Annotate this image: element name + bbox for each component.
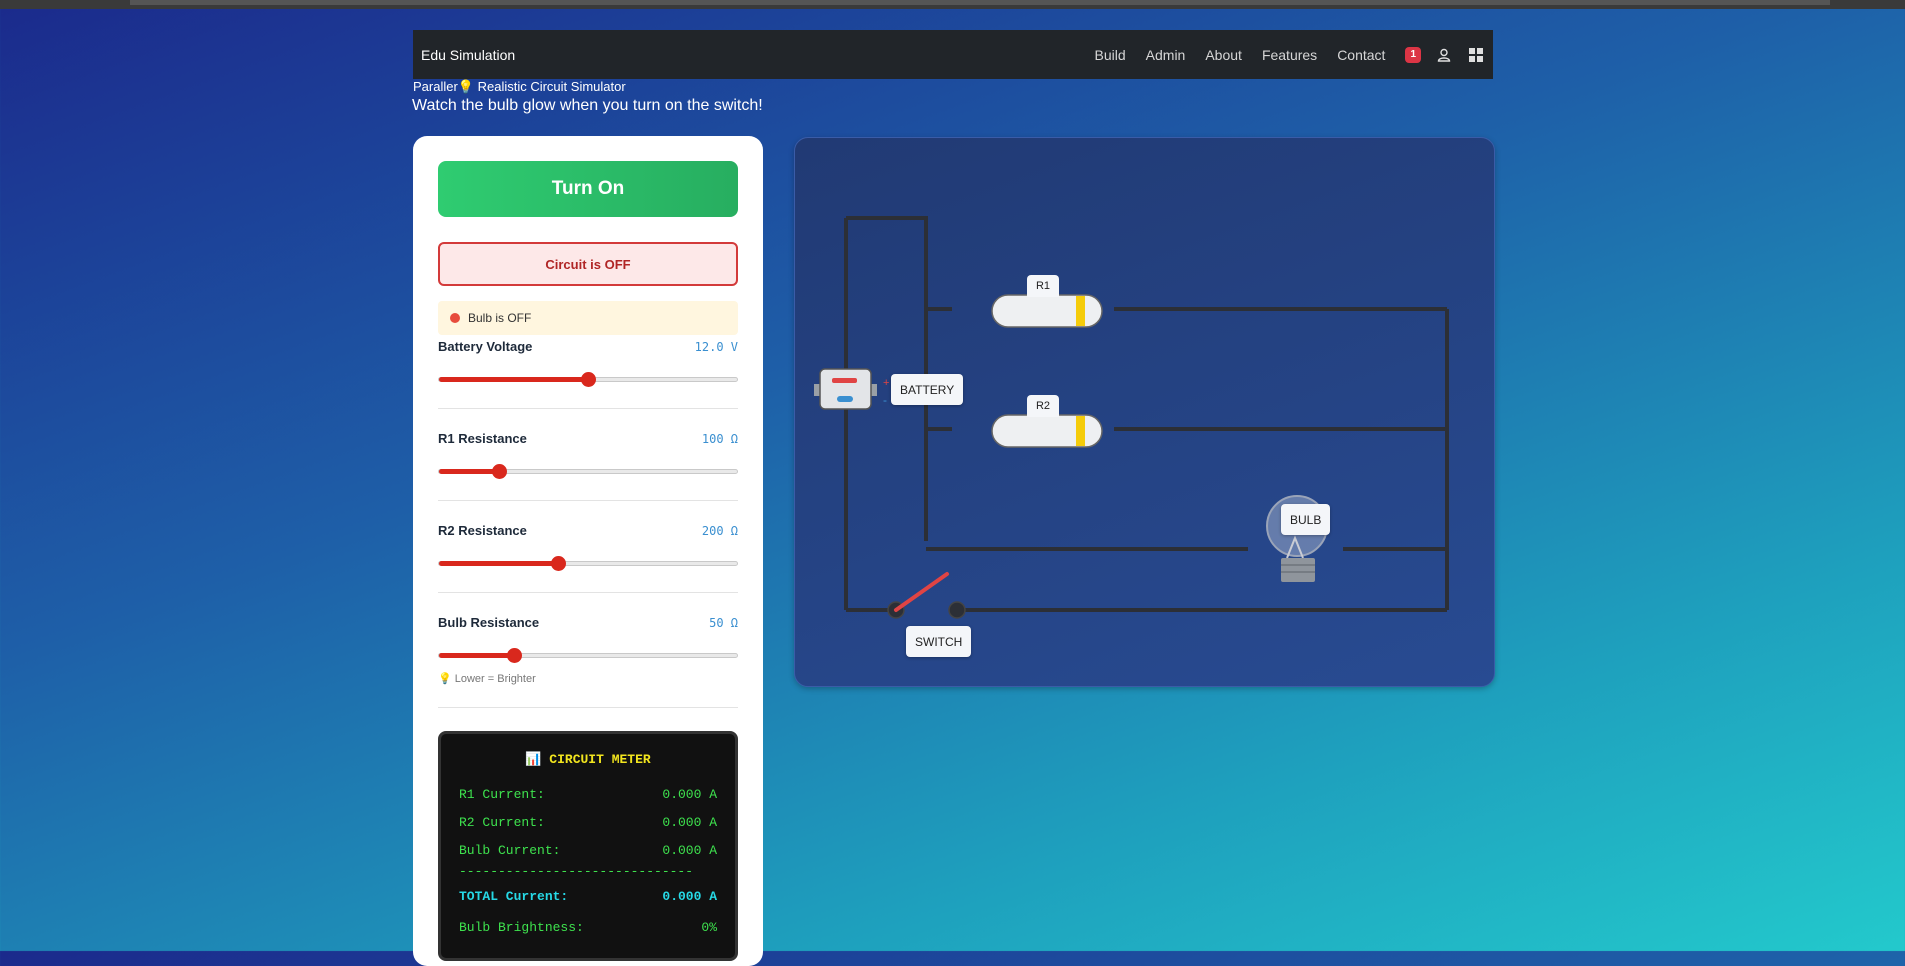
brightness-hint: 💡 Lower = Brighter [438, 673, 536, 685]
turn-on-button[interactable]: Turn On [438, 161, 738, 217]
nav-link-build[interactable]: Build [1095, 47, 1126, 63]
divider [438, 707, 738, 708]
slider-label: Battery Voltage [438, 339, 533, 354]
status-dot-icon [450, 313, 460, 323]
slider-value: 50 Ω [709, 615, 738, 630]
user-icon[interactable] [1435, 46, 1453, 64]
r1-slider[interactable] [438, 464, 738, 479]
r2-label: R2 [1027, 395, 1059, 417]
switch-icon[interactable] [887, 572, 966, 619]
slider-fill [439, 469, 499, 474]
page-title: Paraller💡 Realistic Circuit Simulator [413, 79, 626, 94]
voltage-slider[interactable] [438, 372, 738, 387]
bulb-status-text: Bulb is OFF [468, 311, 532, 325]
battery-minus: - [883, 393, 887, 407]
meter-label: Bulb Current: [459, 843, 561, 858]
divider [438, 592, 738, 593]
page-subtitle: Watch the bulb glow when you turn on the… [412, 97, 763, 114]
bulb-label: BULB [1281, 504, 1331, 535]
divider [438, 500, 738, 501]
browser-top-strip-inner [130, 0, 1830, 5]
notification-badge[interactable]: 1 [1405, 46, 1421, 63]
circuit-status: Circuit is OFF [438, 242, 738, 286]
slider-label: Bulb Resistance [438, 615, 540, 630]
grid-icon[interactable] [1467, 46, 1485, 64]
meter-label: R1 Current: [459, 787, 545, 802]
brand[interactable]: Edu Simulation [421, 47, 515, 63]
slider-thumb[interactable] [551, 556, 567, 571]
browser-top-strip [0, 0, 1905, 9]
battery-plus: + [883, 377, 889, 389]
slider-thumb[interactable] [506, 648, 522, 663]
slider-fill [439, 653, 514, 658]
bulb-status: Bulb is OFF [438, 301, 738, 335]
meter-value: 0.000 A [662, 815, 717, 830]
slider-fill [439, 377, 588, 382]
meter-label: TOTAL Current: [459, 889, 569, 904]
slider-value: 12.0 V [694, 339, 738, 354]
meter-value: 0.000 A [662, 843, 717, 858]
meter-row-brightness: Bulb Brightness: 0% [459, 920, 717, 935]
nav-link-contact[interactable]: Contact [1337, 47, 1385, 63]
nav-link-about[interactable]: About [1205, 47, 1242, 63]
meter-row-total: TOTAL Current: 0.000 A [459, 889, 717, 904]
circuit-canvas: + - R1 R2 BATTERY BULB SWITCH [794, 137, 1495, 687]
slider-bulb-resistance: Bulb Resistance 50 Ω 💡 Lower = Brighter [438, 615, 738, 685]
r1-label: R1 [1027, 275, 1059, 297]
nav-link-features[interactable]: Features [1262, 47, 1317, 63]
battery-icon[interactable]: + - [814, 368, 889, 410]
r2-resistor-icon[interactable] [991, 414, 1103, 448]
meter-row-r1: R1 Current: 0.000 A [459, 787, 717, 802]
circuit-meter: 📊 CIRCUIT METER R1 Current: 0.000 A R2 Cu… [438, 731, 738, 961]
meter-value: 0.000 A [662, 889, 717, 904]
meter-row-r2: R2 Current: 0.000 A [459, 815, 717, 830]
control-panel: Turn On Circuit is OFF Bulb is OFF Batte… [413, 136, 763, 966]
slider-label: R2 Resistance [438, 523, 527, 538]
slider-value: 200 Ω [701, 523, 738, 538]
switch-label: SWITCH [906, 626, 972, 657]
slider-battery-voltage: Battery Voltage 12.0 V [438, 339, 738, 387]
meter-value: 0% [701, 920, 717, 935]
meter-row-bulb: Bulb Current: 0.000 A [459, 843, 717, 858]
slider-r2-resistance: R2 Resistance 200 Ω [438, 523, 738, 571]
bulb-slider[interactable] [438, 648, 738, 663]
circuit-diagram: + - [814, 216, 1449, 619]
navbar: Edu Simulation Build Admin About Feature… [413, 30, 1493, 79]
nav-link-admin[interactable]: Admin [1146, 47, 1186, 63]
nav-links: Build Admin About Features Contact 1 [1075, 46, 1485, 64]
slider-label: R1 Resistance [438, 431, 527, 446]
slider-fill [439, 561, 559, 566]
meter-label: R2 Current: [459, 815, 545, 830]
slider-value: 100 Ω [701, 431, 738, 446]
meter-label: Bulb Brightness: [459, 920, 584, 935]
battery-label: BATTERY [891, 374, 964, 405]
circuit-wires [844, 216, 1449, 612]
r1-resistor-icon[interactable] [991, 294, 1103, 328]
slider-thumb[interactable] [581, 372, 596, 387]
r2-slider[interactable] [438, 556, 738, 571]
divider [438, 408, 738, 409]
slider-thumb[interactable] [491, 464, 507, 479]
slider-r1-resistance: R1 Resistance 100 Ω [438, 431, 738, 479]
meter-title: 📊 CIRCUIT METER [525, 752, 651, 767]
meter-value: 0.000 A [662, 787, 717, 802]
meter-separator: ------------------------------ [459, 864, 694, 879]
